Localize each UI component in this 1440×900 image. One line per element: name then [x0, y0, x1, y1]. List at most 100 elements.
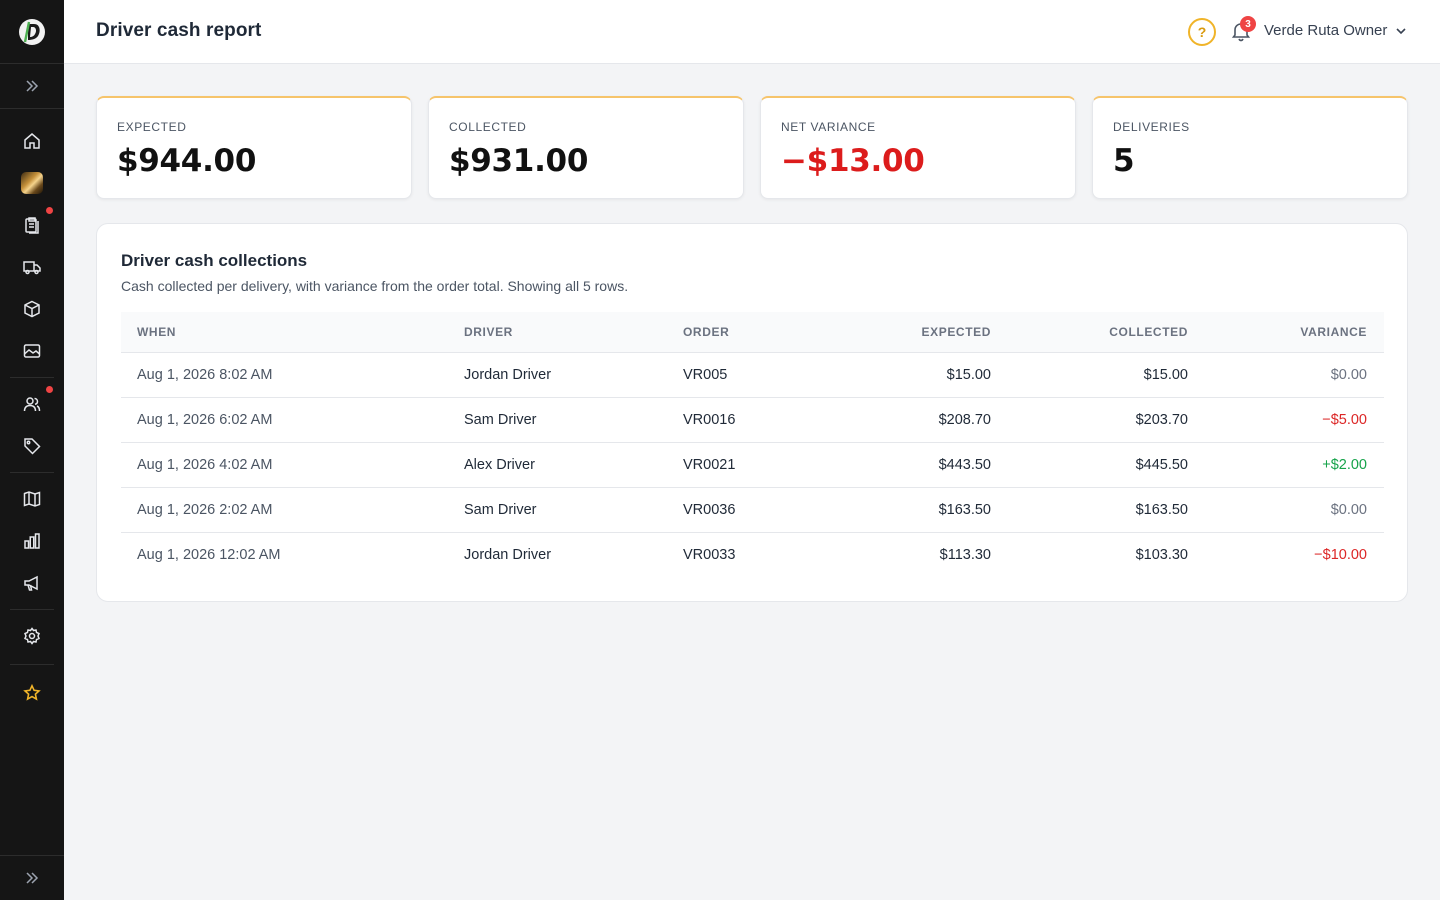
cash-collections-panel: Driver cash collections Cash collected p…: [96, 223, 1408, 602]
stat-value: 5: [1113, 143, 1135, 179]
users-icon: [23, 397, 41, 412]
cell-when: Aug 1, 2026 2:02 AM: [137, 502, 273, 518]
cell-when: Aug 1, 2026 8:02 AM: [137, 367, 273, 383]
sidebar-expand-button[interactable]: [0, 64, 64, 109]
sidebar: [0, 0, 64, 900]
home-icon: [24, 133, 40, 149]
stat-label: DELIVERIES: [1113, 120, 1190, 134]
chevrons-right-icon: [26, 872, 39, 884]
nav-favorites[interactable]: [20, 681, 44, 705]
megaphone-icon: [24, 575, 38, 591]
map-icon: [23, 491, 41, 507]
cell-driver: Jordan Driver: [464, 547, 552, 563]
cell-expected: $208.70: [938, 412, 991, 428]
cell-collected: $445.50: [1135, 457, 1188, 473]
stat-value: $931.00: [449, 143, 589, 179]
cell-when: Aug 1, 2026 12:02 AM: [137, 547, 281, 563]
nav-media[interactable]: [20, 339, 44, 363]
cell-driver: Sam Driver: [464, 412, 537, 428]
cell-order[interactable]: VR005: [683, 367, 727, 383]
truck-icon: [23, 261, 41, 275]
cell-collected: $15.00: [1143, 367, 1188, 383]
cell-when: Aug 1, 2026 4:02 AM: [137, 457, 273, 473]
column-header-expected[interactable]: EXPECTED: [922, 325, 991, 339]
nav-orders[interactable]: [20, 213, 44, 237]
nav-profile[interactable]: [20, 171, 44, 195]
notification-count-badge: 3: [1240, 16, 1256, 32]
table-row[interactable]: Aug 1, 2026 6:02 AM Sam Driver VR0016 $2…: [121, 398, 1384, 443]
cell-order[interactable]: VR0021: [683, 457, 735, 473]
stat-value: −$13.00: [781, 143, 925, 179]
table-header: WHEN DRIVER ORDER EXPECTED COLLECTED VAR…: [121, 312, 1384, 353]
nav-customers[interactable]: [20, 392, 44, 416]
stat-label: NET VARIANCE: [781, 120, 876, 134]
nav-pricing[interactable]: [20, 434, 44, 458]
cell-variance: −$5.00: [1322, 412, 1367, 428]
package-icon: [24, 300, 40, 318]
column-header-variance[interactable]: VARIANCE: [1300, 325, 1367, 339]
sidebar-collapse-button[interactable]: [0, 855, 64, 900]
cell-variance: $0.00: [1330, 367, 1367, 383]
cell-expected: $443.50: [938, 457, 991, 473]
cell-driver: Alex Driver: [464, 457, 535, 473]
stat-value: $944.00: [117, 143, 257, 179]
cell-order[interactable]: VR0016: [683, 412, 735, 428]
column-header-when[interactable]: WHEN: [137, 325, 176, 339]
cell-order[interactable]: VR0036: [683, 502, 735, 518]
column-header-order[interactable]: ORDER: [683, 325, 729, 339]
nav-products[interactable]: [20, 297, 44, 321]
table-row[interactable]: Aug 1, 2026 8:02 AM Jordan Driver VR005 …: [121, 353, 1384, 398]
sidebar-divider: [10, 472, 54, 473]
stat-card-collected: COLLECTED $931.00: [428, 96, 744, 199]
cell-order[interactable]: VR0033: [683, 547, 735, 563]
logo-icon: [19, 18, 45, 45]
column-header-collected[interactable]: COLLECTED: [1109, 325, 1188, 339]
cell-when: Aug 1, 2026 6:02 AM: [137, 412, 273, 428]
sidebar-divider: [10, 377, 54, 378]
nav-reports[interactable]: [20, 529, 44, 553]
table-row[interactable]: Aug 1, 2026 4:02 AM Alex Driver VR0021 $…: [121, 443, 1384, 488]
cell-expected: $163.50: [938, 502, 991, 518]
stat-label: COLLECTED: [449, 120, 527, 134]
nav-deliveries[interactable]: [20, 255, 44, 279]
settings-icon: [24, 627, 40, 645]
clipboard-icon: [25, 217, 39, 234]
user-name: Verde Ruta Owner: [1264, 22, 1388, 39]
star-icon: [23, 684, 41, 701]
avatar: [21, 172, 43, 194]
image-icon: [23, 344, 41, 358]
cell-collected: $203.70: [1135, 412, 1188, 428]
sidebar-divider: [10, 664, 54, 665]
top-header: Driver cash report ? 3 Verde Ruta Owner: [64, 0, 1440, 64]
nav-settings[interactable]: [20, 624, 44, 648]
orders-alert-dot: [46, 207, 53, 214]
nav-marketing[interactable]: [20, 571, 44, 595]
nav-home[interactable]: [20, 129, 44, 153]
help-icon: ?: [1197, 24, 1207, 40]
cell-collected: $103.30: [1135, 547, 1188, 563]
column-header-driver[interactable]: DRIVER: [464, 325, 513, 339]
cell-expected: $15.00: [946, 367, 991, 383]
cell-driver: Sam Driver: [464, 502, 537, 518]
stat-card-expected: EXPECTED $944.00: [96, 96, 412, 199]
app-logo[interactable]: [0, 0, 64, 64]
panel-title: Driver cash collections: [121, 251, 308, 270]
cell-collected: $163.50: [1135, 502, 1188, 518]
chevron-down-icon: [1396, 27, 1406, 34]
page-title: Driver cash report: [96, 20, 262, 41]
cell-expected: $113.30: [939, 547, 991, 563]
table-row[interactable]: Aug 1, 2026 12:02 AM Jordan Driver VR003…: [121, 533, 1384, 578]
cell-variance: $0.00: [1330, 502, 1367, 518]
stat-card-net-variance: NET VARIANCE −$13.00: [760, 96, 1076, 199]
tag-icon: [24, 438, 41, 455]
stat-card-deliveries: DELIVERIES 5: [1092, 96, 1408, 199]
customers-alert-dot: [46, 386, 53, 393]
table-row[interactable]: Aug 1, 2026 2:02 AM Sam Driver VR0036 $1…: [121, 488, 1384, 533]
cell-variance: +$2.00: [1322, 457, 1367, 473]
stat-label: EXPECTED: [117, 120, 187, 134]
cell-driver: Jordan Driver: [464, 367, 552, 383]
user-menu[interactable]: Verde Ruta Owner: [1264, 22, 1407, 39]
nav-map[interactable]: [20, 487, 44, 511]
sidebar-divider: [10, 609, 54, 610]
help-button[interactable]: ?: [1188, 18, 1216, 46]
